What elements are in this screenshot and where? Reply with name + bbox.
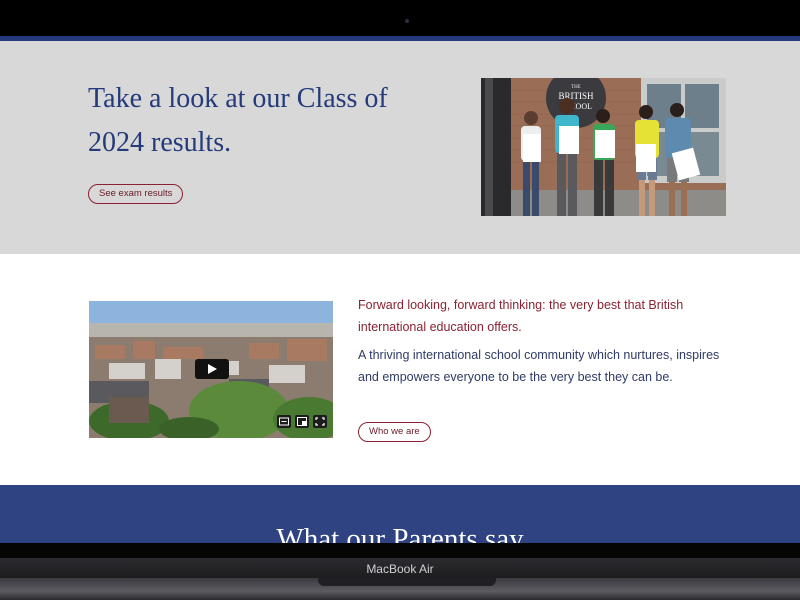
about-description: A thriving international school communit…	[358, 348, 720, 384]
about-section: Forward looking, forward thinking: the v…	[0, 254, 800, 485]
results-heading: Take a look at our Class of 2024 results…	[88, 83, 388, 158]
aerial-video-player[interactable]	[89, 301, 333, 438]
students-holding-results-image: THE BRITISH SCHOOL	[481, 78, 726, 216]
see-exam-results-button[interactable]: See exam results	[88, 184, 184, 204]
class-results-photo: THE BRITISH SCHOOL	[481, 78, 726, 216]
results-section: Take a look at our Class of 2024 results…	[0, 41, 800, 254]
picture-in-picture-icon[interactable]	[295, 415, 309, 428]
closed-captions-icon[interactable]	[277, 415, 291, 428]
fullscreen-icon[interactable]	[313, 415, 327, 428]
who-we-are-button[interactable]: Who we are	[358, 422, 431, 442]
sign-text-the: THE	[571, 85, 581, 90]
parents-testimonials-section: What our Parents say	[0, 485, 800, 543]
device-label: MacBook Air	[366, 562, 434, 576]
browser-viewport[interactable]: Take a look at our Class of 2024 results…	[0, 36, 800, 543]
laptop-bezel-bottom	[0, 543, 800, 558]
laptop-bezel-top	[0, 0, 800, 36]
about-tagline: Forward looking, forward thinking: the v…	[358, 298, 684, 334]
parents-heading: What our Parents say	[276, 523, 524, 543]
play-icon	[208, 364, 217, 374]
camera-icon	[405, 19, 409, 23]
laptop-opening-notch	[318, 578, 496, 586]
play-button[interactable]	[195, 359, 229, 379]
